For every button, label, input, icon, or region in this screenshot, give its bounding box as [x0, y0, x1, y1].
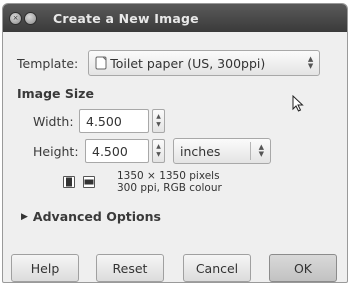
- spin-down-icon[interactable]: ▼: [156, 151, 161, 159]
- width-label: Width:: [33, 113, 74, 129]
- image-info: 1350 × 1350 pixels 300 ppi, RGB colour: [117, 170, 222, 194]
- image-size-heading: Image Size: [17, 86, 94, 101]
- landscape-orientation-icon[interactable]: [83, 176, 95, 188]
- mouse-cursor-icon: [292, 95, 304, 112]
- unit-combo[interactable]: inches ▲ ▼: [173, 138, 271, 164]
- orientation-info-row: 1350 × 1350 pixels 300 ppi, RGB colour: [63, 170, 222, 194]
- height-input[interactable]: 4.500: [85, 139, 149, 163]
- create-image-dialog: × Create a New Image Template: Toilet pa…: [2, 3, 348, 283]
- portrait-orientation-icon[interactable]: [63, 176, 75, 188]
- help-button[interactable]: Help: [11, 254, 79, 282]
- combo-separator: [250, 142, 251, 160]
- expander-arrow-icon[interactable]: ▶: [21, 212, 28, 222]
- unit-value: inches: [180, 143, 221, 159]
- advanced-options-label[interactable]: Advanced Options: [33, 209, 161, 224]
- title-bar: × Create a New Image: [3, 4, 347, 32]
- page-icon: [95, 56, 107, 70]
- cancel-button[interactable]: Cancel: [183, 254, 251, 282]
- template-combo[interactable]: Toilet paper (US, 300ppi) ▲ ▼: [88, 50, 321, 76]
- height-row: Height: 4.500 ▲ ▼ inches ▲ ▼: [33, 138, 271, 164]
- pixel-dimensions: 1350 × 1350 pixels: [117, 170, 220, 182]
- height-spin-button[interactable]: ▲ ▼: [152, 139, 165, 163]
- reset-button[interactable]: Reset: [96, 254, 164, 282]
- template-label: Template:: [17, 55, 79, 71]
- template-value: Toilet paper (US, 300ppi): [110, 55, 266, 71]
- width-row: Width: 4.500 ▲ ▼: [33, 109, 165, 133]
- advanced-options-expander[interactable]: ▶ Advanced Options: [21, 209, 161, 224]
- height-label: Height:: [33, 143, 79, 159]
- width-spin-button[interactable]: ▲ ▼: [152, 109, 165, 133]
- close-window-icon[interactable]: ×: [9, 11, 22, 25]
- combo-arrows-icon: ▲ ▼: [258, 143, 264, 158]
- width-input[interactable]: 4.500: [79, 109, 149, 133]
- template-row: Template: Toilet paper (US, 300ppi) ▲ ▼: [17, 50, 321, 76]
- image-size-heading-row: Image Size: [17, 86, 94, 101]
- minimize-window-icon[interactable]: [24, 11, 37, 25]
- spin-down-icon[interactable]: ▼: [156, 121, 161, 129]
- spin-up-icon[interactable]: ▲: [156, 143, 161, 151]
- resolution-colour-info: 300 ppi, RGB colour: [117, 182, 222, 194]
- window-title: Create a New Image: [53, 10, 199, 26]
- spin-up-icon[interactable]: ▲: [156, 113, 161, 121]
- combo-arrows-icon: ▲ ▼: [307, 55, 314, 70]
- ok-button[interactable]: OK: [269, 254, 337, 282]
